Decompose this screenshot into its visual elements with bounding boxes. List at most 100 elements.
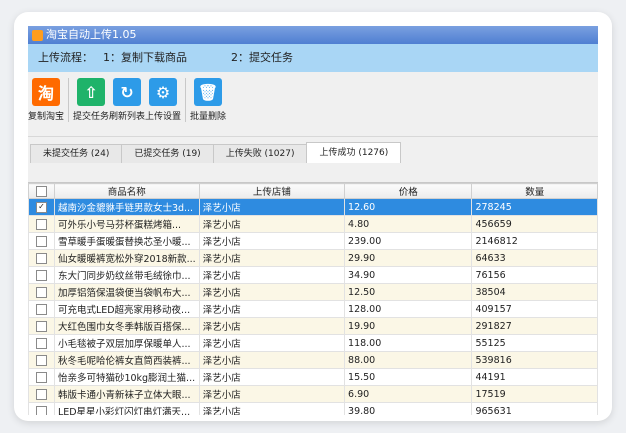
row-checkbox-cell bbox=[28, 300, 55, 318]
toolbar-button-label: 刷新列表 bbox=[109, 112, 146, 122]
price-cell: 118.00 bbox=[344, 334, 473, 352]
row-checkbox[interactable] bbox=[35, 269, 47, 281]
product-name-cell: 大红色围巾女冬季韩版百搭保... bbox=[53, 317, 200, 335]
row-checkbox[interactable] bbox=[35, 286, 47, 298]
shop-cell: 泽艺小店 bbox=[198, 198, 346, 216]
table-row[interactable]: 韩版卡通小青新袜子立体大眼... 泽艺小店 6.90 17519 bbox=[28, 385, 598, 403]
product-name-cell: 加厚铝箔保温袋便当袋帆布大... bbox=[53, 283, 200, 301]
table-row[interactable]: 可外乐小号马芬杯蛋糕烤箱... 泽艺小店 4.80 456659 bbox=[28, 215, 598, 233]
tab-strip: 未提交任务 (24) 已提交任务 (19) 上传失败 (1027) 上传成功 (127… bbox=[28, 142, 598, 163]
product-name-cell: 越南沙金貔貅手链男款女士3d... bbox=[53, 198, 200, 216]
table-row[interactable]: 怡亲多可特猫砂10kg膨润土猫... 泽艺小店 15.50 44191 bbox=[28, 368, 598, 386]
product-name-cell: LED星星小彩灯闪灯串灯满天... bbox=[53, 402, 200, 415]
quantity-cell: 55125 bbox=[471, 334, 598, 352]
trash-icon: 🗑 bbox=[194, 78, 222, 106]
toolbar-button-gear[interactable]: ⚙ 上传设置 bbox=[145, 78, 181, 122]
row-checkbox-cell bbox=[28, 402, 55, 415]
row-checkbox[interactable] bbox=[35, 252, 47, 264]
shop-cell: 泽艺小店 bbox=[198, 317, 346, 335]
table-row[interactable]: 大红色围巾女冬季韩版百搭保... 泽艺小店 19.90 291827 bbox=[28, 317, 598, 335]
select-all-header[interactable] bbox=[28, 183, 55, 199]
product-name-cell: 韩版卡通小青新袜子立体大眼... bbox=[53, 385, 200, 403]
row-checkbox[interactable] bbox=[35, 354, 47, 366]
toolbar-button-label: 批量删除 bbox=[190, 112, 227, 122]
row-checkbox-cell bbox=[28, 266, 55, 284]
price-cell: 39.80 bbox=[344, 402, 473, 415]
product-name-cell: 秋冬毛呢哈伦裤女直筒西装裤... bbox=[53, 351, 200, 369]
table-row[interactable]: 秋冬毛呢哈伦裤女直筒西装裤... 泽艺小店 88.00 539816 bbox=[28, 351, 598, 369]
column-header[interactable]: 数量 bbox=[471, 183, 598, 199]
row-checkbox[interactable] bbox=[35, 218, 47, 230]
select-all-checkbox[interactable] bbox=[35, 185, 47, 197]
toolbar-button-refresh[interactable]: ↻ 刷新列表 bbox=[109, 78, 145, 122]
quantity-cell: 76156 bbox=[471, 266, 598, 284]
shop-cell: 泽艺小店 bbox=[198, 385, 346, 403]
upload-icon: ⇧ bbox=[77, 78, 105, 106]
toolbar-button-label: 复制淘宝 bbox=[28, 112, 65, 122]
product-name-cell: 可外乐小号马芬杯蛋糕烤箱... bbox=[53, 215, 200, 233]
row-checkbox[interactable] bbox=[35, 337, 47, 349]
table-row[interactable]: ✓ 越南沙金貔貅手链男款女士3d... 泽艺小店 12.60 278245 bbox=[28, 198, 598, 216]
shop-cell: 泽艺小店 bbox=[198, 249, 346, 267]
shop-cell: 泽艺小店 bbox=[198, 368, 346, 386]
shop-cell: 泽艺小店 bbox=[198, 215, 346, 233]
row-checkbox-cell bbox=[28, 232, 55, 250]
column-header[interactable]: 价格 bbox=[344, 183, 473, 199]
product-name-cell: 雪草暖手蛋暖蛋替换芯圣小暖... bbox=[53, 232, 200, 250]
quantity-cell: 2146812 bbox=[471, 232, 598, 250]
flow-label: 上传流程： bbox=[38, 51, 93, 64]
table-row[interactable]: 东大门同步奶纹丝带毛绒徐巾... 泽艺小店 34.90 76156 bbox=[28, 266, 598, 284]
shop-cell: 泽艺小店 bbox=[198, 351, 346, 369]
row-checkbox[interactable] bbox=[35, 405, 47, 415]
row-checkbox-cell: ✓ bbox=[28, 198, 55, 216]
table-row[interactable]: LED星星小彩灯闪灯串灯满天... 泽艺小店 39.80 965631 bbox=[28, 402, 598, 415]
row-checkbox[interactable] bbox=[35, 303, 47, 315]
toolbar-button-trash[interactable]: 🗑 批量删除 bbox=[190, 78, 226, 122]
shop-cell: 泽艺小店 bbox=[198, 402, 346, 415]
product-name-cell: 小毛毯被子双层加厚保暖单人... bbox=[53, 334, 200, 352]
row-checkbox[interactable] bbox=[35, 235, 47, 247]
toolbar-button-label: 提交任务 bbox=[73, 112, 110, 122]
taobao-icon: 淘 bbox=[32, 78, 60, 106]
shop-cell: 泽艺小店 bbox=[198, 232, 346, 250]
row-checkbox[interactable]: ✓ bbox=[35, 201, 47, 213]
table-row[interactable]: 加厚铝箔保温袋便当袋帆布大... 泽艺小店 12.50 38504 bbox=[28, 283, 598, 301]
table-row[interactable]: 小毛毯被子双层加厚保暖单人... 泽艺小店 118.00 55125 bbox=[28, 334, 598, 352]
row-checkbox-cell bbox=[28, 385, 55, 403]
toolbar-button-taobao[interactable]: 淘复制淘宝 bbox=[28, 78, 64, 122]
row-checkbox[interactable] bbox=[35, 371, 47, 383]
column-header[interactable]: 上传店铺 bbox=[198, 183, 346, 199]
quantity-cell: 456659 bbox=[471, 215, 598, 233]
price-cell: 12.60 bbox=[344, 198, 473, 216]
quantity-cell: 409157 bbox=[471, 300, 598, 318]
tab-4[interactable]: 上传成功 (1276) bbox=[306, 142, 402, 163]
price-cell: 239.00 bbox=[344, 232, 473, 250]
price-cell: 15.50 bbox=[344, 368, 473, 386]
quantity-cell: 539816 bbox=[471, 351, 598, 369]
shop-cell: 泽艺小店 bbox=[198, 300, 346, 318]
toolbar-button-upload[interactable]: ⇧ 提交任务 bbox=[73, 78, 109, 122]
table-row[interactable]: 仙女暖暖裤宽松外穿2018新款... 泽艺小店 29.90 64633 bbox=[28, 249, 598, 267]
app-icon bbox=[32, 29, 43, 41]
row-checkbox-cell bbox=[28, 317, 55, 335]
tab-3[interactable]: 上传失败 (1027) bbox=[212, 144, 308, 163]
product-name-cell: 仙女暖暖裤宽松外穿2018新款... bbox=[53, 249, 200, 267]
tab-2[interactable]: 已提交任务 (19) bbox=[121, 144, 214, 163]
app-window: 淘宝自动上传1.05 上传流程： 1：复制下载商品 2：提交任务 淘复制淘宝 ⇧ 提… bbox=[28, 26, 598, 415]
price-cell: 88.00 bbox=[344, 351, 473, 369]
screenshot-card: 淘宝自动上传1.05 上传流程： 1：复制下载商品 2：提交任务 淘复制淘宝 ⇧ 提… bbox=[14, 12, 612, 421]
quantity-cell: 44191 bbox=[471, 368, 598, 386]
product-name-cell: 怡亲多可特猫砂10kg膨润土猫... bbox=[53, 368, 200, 386]
title-bar: 淘宝自动上传1.05 bbox=[28, 26, 598, 44]
table-row[interactable]: 可充电式LED超亮家用移动夜... 泽艺小店 128.00 409157 bbox=[28, 300, 598, 318]
column-header[interactable]: 商品名称 bbox=[53, 183, 200, 199]
table-row[interactable]: 雪草暖手蛋暖蛋替换芯圣小暖... 泽艺小店 239.00 2146812 bbox=[28, 232, 598, 250]
row-checkbox[interactable] bbox=[35, 388, 47, 400]
window-title: 淘宝自动上传1.05 bbox=[46, 28, 137, 41]
flow-step-1: 1：复制下载商品 bbox=[103, 51, 187, 64]
price-cell: 34.90 bbox=[344, 266, 473, 284]
quantity-cell: 291827 bbox=[471, 317, 598, 335]
row-checkbox[interactable] bbox=[35, 320, 47, 332]
flow-step-2: 2：提交任务 bbox=[231, 51, 293, 64]
tab-1[interactable]: 未提交任务 (24) bbox=[30, 144, 123, 163]
